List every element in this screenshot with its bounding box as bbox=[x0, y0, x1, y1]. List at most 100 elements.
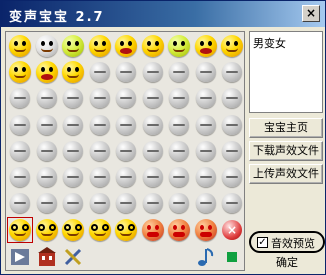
empty-effect-slot[interactable] bbox=[193, 138, 219, 164]
empty-slot-icon bbox=[116, 167, 136, 187]
effect-slot[interactable] bbox=[7, 59, 33, 85]
empty-effect-slot[interactable] bbox=[34, 164, 60, 190]
empty-slot-icon bbox=[116, 140, 136, 161]
window-title: 变声宝宝 2.7 bbox=[9, 10, 105, 25]
empty-effect-slot[interactable] bbox=[166, 59, 192, 85]
effect-slot[interactable] bbox=[7, 33, 33, 59]
preset-slot[interactable] bbox=[34, 217, 60, 243]
empty-effect-slot[interactable] bbox=[60, 164, 86, 190]
preset-slot[interactable] bbox=[166, 217, 192, 243]
effect-slot[interactable] bbox=[60, 33, 86, 59]
empty-effect-slot[interactable] bbox=[60, 138, 86, 164]
empty-effect-slot[interactable] bbox=[113, 164, 139, 190]
empty-effect-slot[interactable] bbox=[113, 85, 139, 111]
effect-slot[interactable] bbox=[140, 33, 166, 59]
preview-toggle[interactable]: ✓ 音效预览 bbox=[249, 231, 325, 253]
preset-slot[interactable] bbox=[140, 217, 166, 243]
tools-icon bbox=[62, 246, 84, 268]
empty-effect-slot[interactable] bbox=[87, 59, 113, 85]
empty-slot-icon bbox=[116, 193, 136, 214]
empty-effect-slot[interactable] bbox=[219, 112, 245, 138]
empty-effect-slot[interactable] bbox=[193, 112, 219, 138]
preset-slot[interactable]: × bbox=[219, 217, 245, 243]
preset-slot[interactable] bbox=[60, 244, 86, 270]
preset-slot[interactable] bbox=[60, 217, 86, 243]
empty-effect-slot[interactable] bbox=[7, 164, 33, 190]
empty-effect-slot[interactable] bbox=[166, 138, 192, 164]
preset-slot[interactable] bbox=[7, 244, 33, 270]
preset-slot[interactable] bbox=[113, 244, 139, 270]
empty-effect-slot[interactable] bbox=[140, 164, 166, 190]
empty-effect-slot[interactable] bbox=[140, 138, 166, 164]
empty-effect-slot[interactable] bbox=[7, 85, 33, 111]
preset-slot[interactable] bbox=[166, 244, 192, 270]
empty-effect-slot[interactable] bbox=[219, 59, 245, 85]
empty-effect-slot[interactable] bbox=[140, 112, 166, 138]
empty-effect-slot[interactable] bbox=[219, 85, 245, 111]
smile-icon bbox=[9, 35, 31, 57]
empty-effect-slot[interactable] bbox=[166, 85, 192, 111]
empty-effect-slot[interactable] bbox=[166, 164, 192, 190]
delete-icon: × bbox=[222, 220, 242, 240]
empty-effect-slot[interactable] bbox=[7, 190, 33, 216]
effect-slot[interactable] bbox=[87, 33, 113, 59]
empty-effect-slot[interactable] bbox=[140, 85, 166, 111]
effect-slot[interactable] bbox=[193, 33, 219, 59]
preset-slot[interactable] bbox=[34, 244, 60, 270]
close-button[interactable]: × bbox=[302, 5, 320, 22]
title-bar[interactable]: 变声宝宝 2.7 × bbox=[1, 1, 325, 27]
preset-slot[interactable] bbox=[140, 244, 166, 270]
empty-effect-slot[interactable] bbox=[87, 85, 113, 111]
empty-effect-slot[interactable] bbox=[113, 138, 139, 164]
effect-slot[interactable] bbox=[34, 59, 60, 85]
empty-slot-icon bbox=[142, 193, 163, 214]
empty-slot-icon bbox=[222, 193, 242, 214]
empty-effect-slot[interactable] bbox=[34, 112, 60, 138]
effect-slot[interactable] bbox=[166, 33, 192, 59]
empty-effect-slot[interactable] bbox=[166, 190, 192, 216]
empty-effect-slot[interactable] bbox=[7, 138, 33, 164]
empty-effect-slot[interactable] bbox=[166, 112, 192, 138]
empty-effect-slot[interactable] bbox=[140, 190, 166, 216]
empty-effect-slot[interactable] bbox=[193, 85, 219, 111]
empty-effect-slot[interactable] bbox=[140, 59, 166, 85]
preset-slot[interactable] bbox=[87, 244, 113, 270]
empty-effect-slot[interactable] bbox=[34, 190, 60, 216]
effect-slot[interactable] bbox=[60, 59, 86, 85]
empty-effect-slot[interactable] bbox=[219, 190, 245, 216]
effect-slot[interactable] bbox=[113, 33, 139, 59]
empty-effect-slot[interactable] bbox=[219, 138, 245, 164]
empty-effect-slot[interactable] bbox=[87, 138, 113, 164]
empty-effect-slot[interactable] bbox=[113, 190, 139, 216]
effect-slot[interactable] bbox=[219, 33, 245, 59]
upload-effects-button[interactable]: 上传声效文件 bbox=[249, 164, 323, 184]
empty-effect-slot[interactable] bbox=[87, 190, 113, 216]
empty-effect-slot[interactable] bbox=[113, 59, 139, 85]
preset-slot[interactable] bbox=[7, 217, 33, 243]
empty-slot-icon bbox=[142, 88, 163, 109]
preview-checkbox[interactable]: ✓ bbox=[257, 237, 268, 248]
preset-slot[interactable] bbox=[193, 217, 219, 243]
empty-effect-slot[interactable] bbox=[60, 112, 86, 138]
preset-slot[interactable] bbox=[219, 244, 245, 270]
home-page-button[interactable]: 宝宝主页 bbox=[249, 118, 323, 138]
preset-slot[interactable] bbox=[193, 244, 219, 270]
effect-slot[interactable] bbox=[34, 33, 60, 59]
empty-effect-slot[interactable] bbox=[34, 138, 60, 164]
empty-effect-slot[interactable] bbox=[193, 190, 219, 216]
empty-effect-slot[interactable] bbox=[113, 112, 139, 138]
empty-effect-slot[interactable] bbox=[60, 85, 86, 111]
empty-effect-slot[interactable] bbox=[60, 190, 86, 216]
empty-effect-slot[interactable] bbox=[87, 164, 113, 190]
empty-effect-slot[interactable] bbox=[219, 164, 245, 190]
empty-effect-slot[interactable] bbox=[34, 85, 60, 111]
empty-effect-slot[interactable] bbox=[193, 59, 219, 85]
download-effects-button[interactable]: 下载声效文件 bbox=[249, 141, 323, 161]
confirm-button[interactable]: 确定 bbox=[263, 255, 311, 273]
empty-slot-icon bbox=[10, 88, 30, 109]
preset-slot[interactable] bbox=[87, 217, 113, 243]
empty-effect-slot[interactable] bbox=[87, 112, 113, 138]
empty-effect-slot[interactable] bbox=[193, 164, 219, 190]
preset-slot[interactable] bbox=[113, 217, 139, 243]
empty-effect-slot[interactable] bbox=[7, 112, 33, 138]
